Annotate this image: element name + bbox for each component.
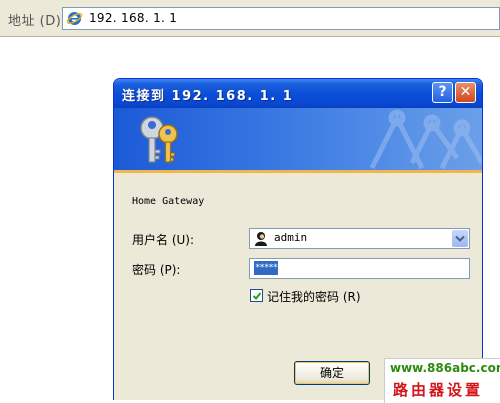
- password-input[interactable]: *****: [249, 258, 470, 279]
- username-value: admin: [274, 231, 308, 244]
- page: 地址 (D) 192. 168. 1. 1 连接到 192. 168. 1. 1…: [0, 0, 500, 403]
- dialog-titlebar[interactable]: 连接到 192. 168. 1. 1 ? ✕: [114, 79, 482, 108]
- check-icon: [252, 292, 262, 300]
- remember-password-checkbox[interactable]: [250, 289, 263, 302]
- chevron-down-icon: [455, 235, 465, 242]
- remember-password-label: 记住我的密码 (R): [267, 290, 361, 304]
- watermark-url: www.886abc.com: [390, 361, 500, 375]
- close-button[interactable]: ✕: [455, 82, 476, 103]
- help-button[interactable]: ?: [432, 82, 453, 103]
- address-label: 地址 (D): [8, 14, 62, 29]
- address-value: 192. 168. 1. 1: [89, 11, 178, 25]
- watermark-title: 路由器设置: [393, 381, 484, 399]
- username-label: 用户名 (U):: [132, 233, 195, 247]
- dropdown-button[interactable]: [452, 230, 468, 247]
- password-value: *****: [254, 261, 278, 275]
- address-input[interactable]: 192. 168. 1. 1: [62, 7, 500, 30]
- keys-icon: [140, 116, 178, 163]
- dialog-title: 连接到 192. 168. 1. 1: [122, 89, 294, 104]
- address-bar: 地址 (D) 192. 168. 1. 1: [0, 0, 500, 37]
- password-label: 密码 (P):: [132, 263, 181, 277]
- user-icon: [255, 232, 267, 246]
- ok-button[interactable]: 确定: [294, 361, 370, 385]
- realm-text: Home Gateway: [132, 196, 205, 207]
- site-watermark: www.886abc.com 路由器设置: [384, 358, 500, 403]
- banner-divider: [114, 170, 482, 173]
- login-dialog: 连接到 192. 168. 1. 1 ? ✕ Home Gateway 用户名 …: [113, 78, 483, 400]
- username-combobox[interactable]: admin: [249, 228, 470, 249]
- network-graphic: [369, 109, 482, 170]
- dialog-banner: [114, 108, 482, 170]
- ie-icon: [66, 12, 83, 25]
